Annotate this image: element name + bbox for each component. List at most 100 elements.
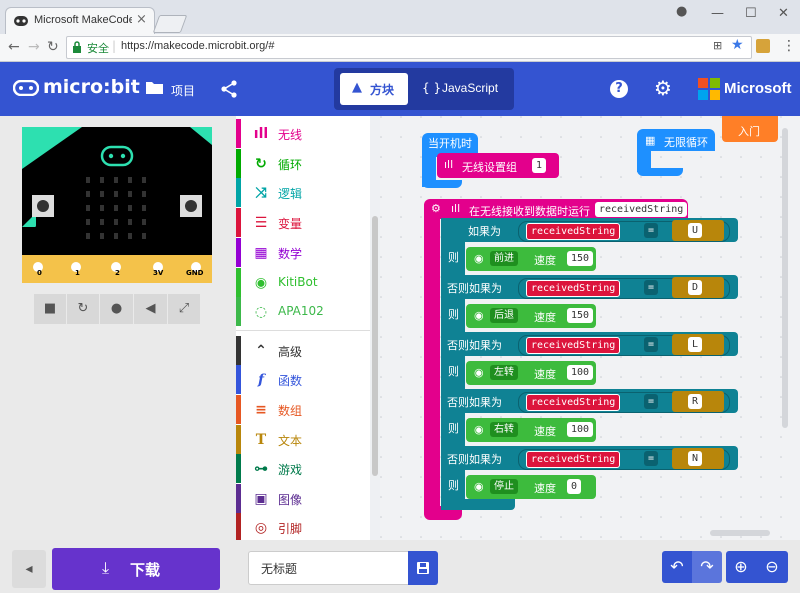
undo-button[interactable]: ↶	[662, 551, 692, 583]
reload-icon[interactable]: ↻	[47, 39, 59, 55]
equals-operator-dropdown[interactable]: =	[644, 394, 659, 409]
share-icon[interactable]	[220, 80, 238, 98]
back-icon[interactable]: ←	[8, 39, 20, 55]
direction-dropdown[interactable]: 左转	[490, 365, 518, 380]
restart-button[interactable]: ↻	[67, 294, 99, 324]
received-string-var[interactable]: receivedString	[526, 337, 621, 354]
settings-gear-icon[interactable]: ⚙	[654, 76, 672, 100]
text-literal-value[interactable]: L	[688, 337, 703, 352]
direction-dropdown[interactable]: 前进	[490, 251, 518, 266]
received-gear-icon: ⚙	[431, 202, 441, 215]
undo-icon: ↶	[670, 557, 684, 576]
tab-close-icon[interactable]: ×	[136, 12, 147, 27]
category-game[interactable]: ⊶ 游戏	[236, 454, 370, 483]
equals-operator-dropdown[interactable]: =	[644, 337, 659, 352]
zoom-in-button[interactable]: ⊕	[726, 551, 756, 583]
if-label: 如果为	[468, 225, 501, 238]
pins-icon: ◎	[254, 520, 268, 536]
slowmo-button[interactable]: ●	[100, 294, 133, 324]
fullscreen-button[interactable]: ⤢	[168, 294, 200, 324]
text-literal-value[interactable]: D	[688, 280, 703, 295]
tab-javascript[interactable]: { } JavaScript	[412, 73, 508, 105]
received-string-var[interactable]: receivedString	[526, 280, 621, 297]
button-a-label: A	[34, 224, 41, 233]
on-received-label: 在无线接收到数据时运行	[469, 205, 590, 218]
loop-icon: ↻	[255, 156, 267, 172]
equals-operator-dropdown[interactable]: =	[644, 223, 659, 238]
forever-foot	[637, 168, 683, 176]
category-variables[interactable]: ☰ 变量	[236, 208, 370, 237]
browser-tab[interactable]: Microsoft MakeCode fo ×	[6, 8, 154, 34]
text-literal-value[interactable]: R	[688, 394, 703, 409]
received-string-var[interactable]: receivedString	[526, 394, 621, 411]
speed-value-field[interactable]: 150	[567, 308, 594, 323]
bookmark-star-icon[interactable]: ★	[731, 37, 744, 53]
collapse-simulator-button[interactable]: ◂	[12, 550, 46, 588]
url-text: https://makecode.microbit.org/#	[121, 40, 275, 52]
help-icon[interactable]: ?	[610, 80, 628, 98]
chrome-menu-icon[interactable]: ⋮	[782, 38, 796, 54]
minimize-button[interactable]: —	[711, 6, 724, 21]
equals-operator-dropdown[interactable]: =	[644, 451, 659, 466]
category-functions[interactable]: f 函数	[236, 365, 370, 394]
stop-icon: ■	[43, 301, 57, 316]
profile-icon[interactable]: ●	[676, 4, 687, 19]
category-apa102[interactable]: ◌ APA102	[236, 297, 370, 326]
text-literal-value[interactable]: N	[688, 451, 703, 466]
direction-dropdown[interactable]: 后退	[490, 308, 518, 323]
direction-dropdown[interactable]: 停止	[490, 479, 518, 494]
download-button[interactable]: ⤓ 下载	[52, 548, 220, 590]
category-logic[interactable]: ⤨ 逻辑	[236, 178, 370, 207]
projects-label: 项目	[171, 84, 196, 98]
chevron-up-icon: ⌃	[255, 343, 267, 359]
text-icon: T	[255, 432, 267, 448]
save-button[interactable]	[408, 551, 438, 585]
microbit-board[interactable]	[22, 127, 212, 283]
tab-blocks[interactable]: ▲ 方块	[340, 73, 408, 105]
project-name-input[interactable]: 无标题	[248, 551, 409, 585]
toolbox-scroll-thumb[interactable]	[372, 216, 378, 476]
category-advanced[interactable]: ⌃ 高级	[236, 336, 370, 365]
close-window-button[interactable]: ✕	[778, 6, 789, 21]
category-loops[interactable]: ↻ 循环	[236, 149, 370, 178]
equals-operator-dropdown[interactable]: =	[644, 280, 659, 295]
speed-label: 速度	[534, 368, 556, 381]
lock-icon	[73, 41, 81, 53]
gamepad-icon: ⊶	[254, 461, 268, 477]
category-kitibot[interactable]: ◉ KitiBot	[236, 268, 370, 297]
maximize-button[interactable]: ☐	[745, 6, 757, 21]
speed-value-field[interactable]: 150	[567, 251, 594, 266]
category-images[interactable]: ▣ 图像	[236, 484, 370, 513]
text-literal-value[interactable]: U	[688, 223, 703, 238]
group-number-field[interactable]: 1	[532, 158, 547, 173]
speed-value-field[interactable]: 100	[567, 422, 594, 437]
workspace-hscrollbar[interactable]	[710, 530, 770, 536]
then-label: 则	[448, 308, 459, 321]
function-icon: f	[257, 372, 265, 388]
workspace-scrollbar[interactable]	[782, 128, 788, 428]
zoom-out-button[interactable]: ⊖	[756, 551, 788, 583]
shuffle-icon: ⤨	[255, 185, 267, 201]
extension-icon[interactable]	[756, 39, 770, 53]
toolbox-scrollbar[interactable]	[370, 116, 380, 540]
mute-button[interactable]: ◀	[134, 294, 167, 324]
makecode-favicon-icon	[14, 16, 28, 26]
direction-dropdown[interactable]: 右转	[490, 422, 518, 437]
received-string-param[interactable]: receivedString	[595, 202, 688, 217]
address-bar[interactable]: 安全 | https://makecode.microbit.org/# ⊞ ★	[66, 36, 752, 59]
category-text[interactable]: T 文本	[236, 425, 370, 454]
translate-icon[interactable]: ⊞	[713, 39, 722, 52]
category-radio[interactable]: ıll 无线	[236, 119, 370, 148]
category-pins[interactable]: ◎ 引脚	[236, 513, 370, 542]
plus-icon: ⊕	[734, 557, 748, 576]
stop-button[interactable]: ■	[34, 294, 66, 324]
redo-button[interactable]: ↷	[692, 551, 722, 583]
received-string-var[interactable]: receivedString	[526, 451, 621, 468]
speed-value-field[interactable]: 100	[567, 365, 594, 380]
received-string-var[interactable]: receivedString	[526, 223, 621, 240]
forward-icon[interactable]: →	[28, 39, 40, 55]
category-arrays[interactable]: ≡ 数组	[236, 395, 370, 424]
category-math[interactable]: ▦ 数学	[236, 238, 370, 267]
speed-value-field[interactable]: 0	[567, 479, 582, 494]
pin-0-label: 0	[37, 269, 42, 277]
